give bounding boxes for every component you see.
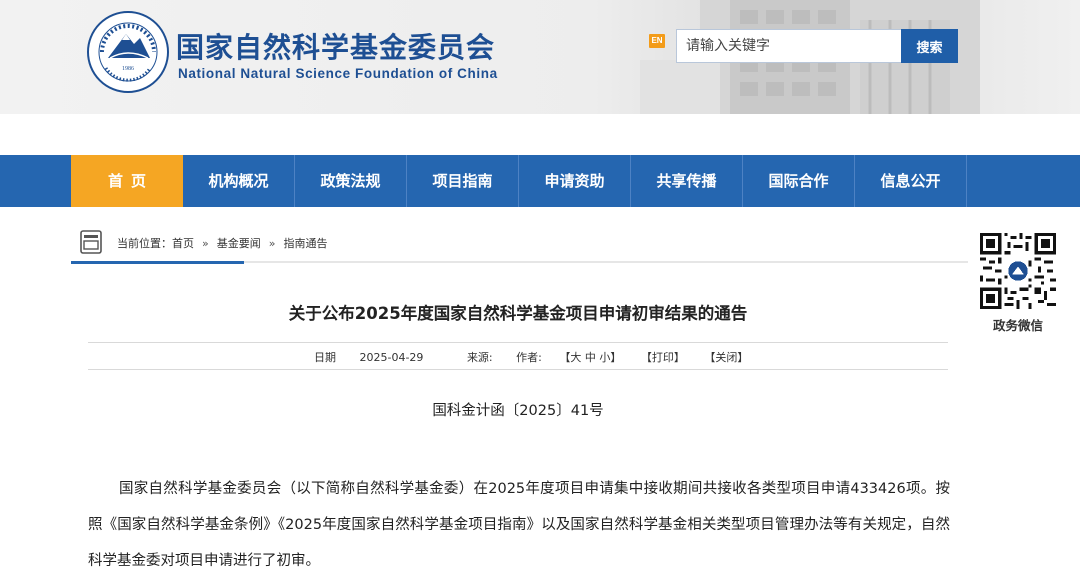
meta-source-label: 来源:	[466, 351, 493, 364]
breadcrumb-notices[interactable]: 指南通告	[283, 237, 327, 250]
print-button[interactable]: 【打印】	[641, 351, 685, 364]
nav-item-sharing[interactable]: 共享传播	[631, 155, 743, 207]
breadcrumb-home[interactable]: 首页	[172, 237, 194, 250]
site-title: 国家自然科学基金委员会	[176, 31, 496, 64]
nav-item-apply[interactable]: 申请资助	[519, 155, 631, 207]
nav-item-policies[interactable]: 政策法规	[295, 155, 407, 207]
breadcrumb-separator: »	[202, 237, 209, 250]
nav-item-home[interactable]: 首页	[71, 155, 183, 207]
main-nav: 首页 机构概况 政策法规 项目指南 申请资助 共享传播 国际合作 信息公开	[0, 155, 1080, 207]
meta-author-label: 作者:	[516, 351, 542, 364]
meta-date: 日期 2025-04-29	[314, 351, 443, 364]
breadcrumb-divider-accent	[71, 261, 244, 264]
meta-date-value: 2025-04-29	[359, 351, 424, 364]
breadcrumb-prefix: 当前位置：	[117, 237, 172, 250]
document-number: 国科金计函〔2025〕41号	[432, 403, 604, 419]
meta-divider-top	[88, 342, 948, 343]
breadcrumb-separator: »	[268, 237, 276, 250]
article-meta: 日期 2025-04-29 来源: 作者: 【大 中 小】 【打印】 【关闭】	[314, 349, 764, 365]
close-button[interactable]: 【关闭】	[704, 351, 748, 364]
article-paragraph: 国家自然科学基金委员会（以下简称自然科学基金委）在2025年度项目申请集中接收期…	[88, 481, 950, 569]
location-icon	[80, 230, 102, 254]
qr-label: 政务微信	[992, 318, 1043, 333]
breadcrumb: 当前位置：首页 » 基金要闻 » 指南通告	[117, 235, 327, 251]
font-size-control[interactable]: 【大 中 小】	[559, 351, 621, 364]
nav-item-guide[interactable]: 项目指南	[407, 155, 519, 207]
english-version-button[interactable]: EN	[649, 34, 665, 48]
wechat-qr-code	[980, 233, 1056, 309]
meta-date-label: 日期	[314, 351, 336, 364]
logo-year: 1986	[122, 66, 134, 72]
article-title: 关于公布2025年度国家自然科学基金项目申请初审结果的通告	[288, 304, 748, 323]
nsfc-logo[interactable]: 1986	[86, 10, 170, 94]
meta-divider-bottom	[88, 369, 948, 370]
site-title-en: National Natural Science Foundation of C…	[178, 66, 498, 81]
nav-item-international[interactable]: 国际合作	[743, 155, 855, 207]
nav-item-about[interactable]: 机构概况	[183, 155, 295, 207]
breadcrumb-news[interactable]: 基金要闻	[217, 237, 261, 250]
site-header: 1986 国家自然科学基金委员会 National Natural Scienc…	[0, 0, 1080, 114]
nav-item-disclosure[interactable]: 信息公开	[855, 155, 967, 207]
search-input[interactable]	[676, 29, 902, 63]
search-button[interactable]: 搜索	[901, 29, 958, 63]
